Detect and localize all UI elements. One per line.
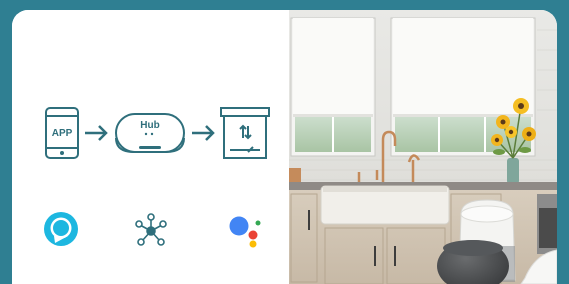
arrow-right-icon	[85, 125, 108, 141]
alexa-icon	[44, 212, 78, 246]
app-label: APP	[52, 128, 73, 139]
flow-diagram: APP Hub	[44, 107, 270, 248]
counter-jar	[289, 168, 301, 182]
roller-blind-right	[393, 18, 533, 116]
compatibility-panel: APP Hub	[12, 10, 289, 284]
product-card: APP Hub	[12, 10, 557, 284]
smartthings-icon	[135, 213, 167, 246]
hub-label: Hub	[140, 120, 159, 131]
roller-blind-left	[293, 18, 373, 116]
smart-speaker-dark	[437, 240, 509, 284]
google-assistant-icon	[229, 216, 261, 248]
window-left	[290, 17, 376, 157]
blind-motor-icon	[220, 107, 270, 159]
background-frame: APP Hub	[0, 0, 569, 284]
farmhouse-sink	[320, 185, 450, 225]
kitchen-photo	[289, 10, 557, 284]
arrow-right-icon	[192, 125, 215, 141]
kitchen-illustration	[289, 10, 557, 284]
